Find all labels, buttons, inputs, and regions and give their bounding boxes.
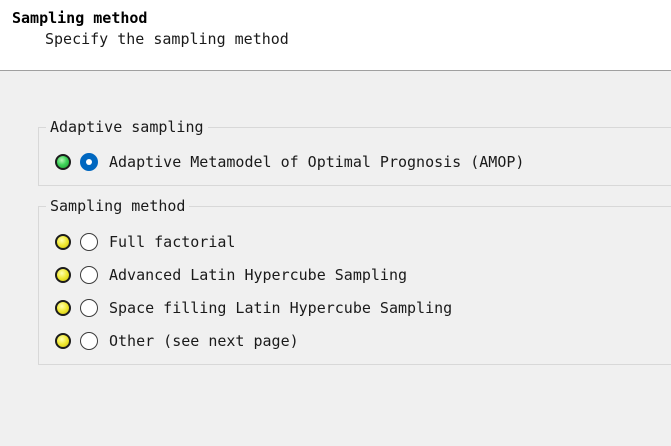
option-other[interactable]: Other (see next page) <box>55 330 299 352</box>
radio-button[interactable] <box>80 299 98 317</box>
status-light-icon <box>55 154 71 170</box>
option-label: Full factorial <box>109 233 236 251</box>
option-space-filling-lhs[interactable]: Space filling Latin Hypercube Sampling <box>55 297 452 319</box>
option-amop[interactable]: Adaptive Metamodel of Optimal Prognosis … <box>55 151 524 173</box>
sampling-method-group: Sampling method Full factorial Advanced … <box>38 196 671 365</box>
status-light-icon <box>55 300 71 316</box>
radio-button[interactable] <box>80 266 98 284</box>
status-light-icon <box>55 267 71 283</box>
option-advanced-lhs[interactable]: Advanced Latin Hypercube Sampling <box>55 264 407 286</box>
page-subtitle: Specify the sampling method <box>45 30 289 48</box>
status-light-icon <box>55 234 71 250</box>
group-legend: Sampling method <box>46 196 190 216</box>
option-label: Advanced Latin Hypercube Sampling <box>109 266 408 284</box>
radio-button[interactable] <box>80 153 98 171</box>
option-label: Space filling Latin Hypercube Sampling <box>109 299 453 317</box>
option-label: Other (see next page) <box>109 332 299 350</box>
status-light-icon <box>55 333 71 349</box>
group-legend: Adaptive sampling <box>46 117 208 137</box>
page-title: Sampling method <box>12 9 148 27</box>
option-label: Adaptive Metamodel of Optimal Prognosis … <box>109 153 525 171</box>
option-full-factorial[interactable]: Full factorial <box>55 231 235 253</box>
adaptive-sampling-group: Adaptive sampling Adaptive Metamodel of … <box>38 117 671 186</box>
radio-button[interactable] <box>80 233 98 251</box>
radio-button[interactable] <box>80 332 98 350</box>
wizard-header: Sampling method Specify the sampling met… <box>0 0 671 71</box>
